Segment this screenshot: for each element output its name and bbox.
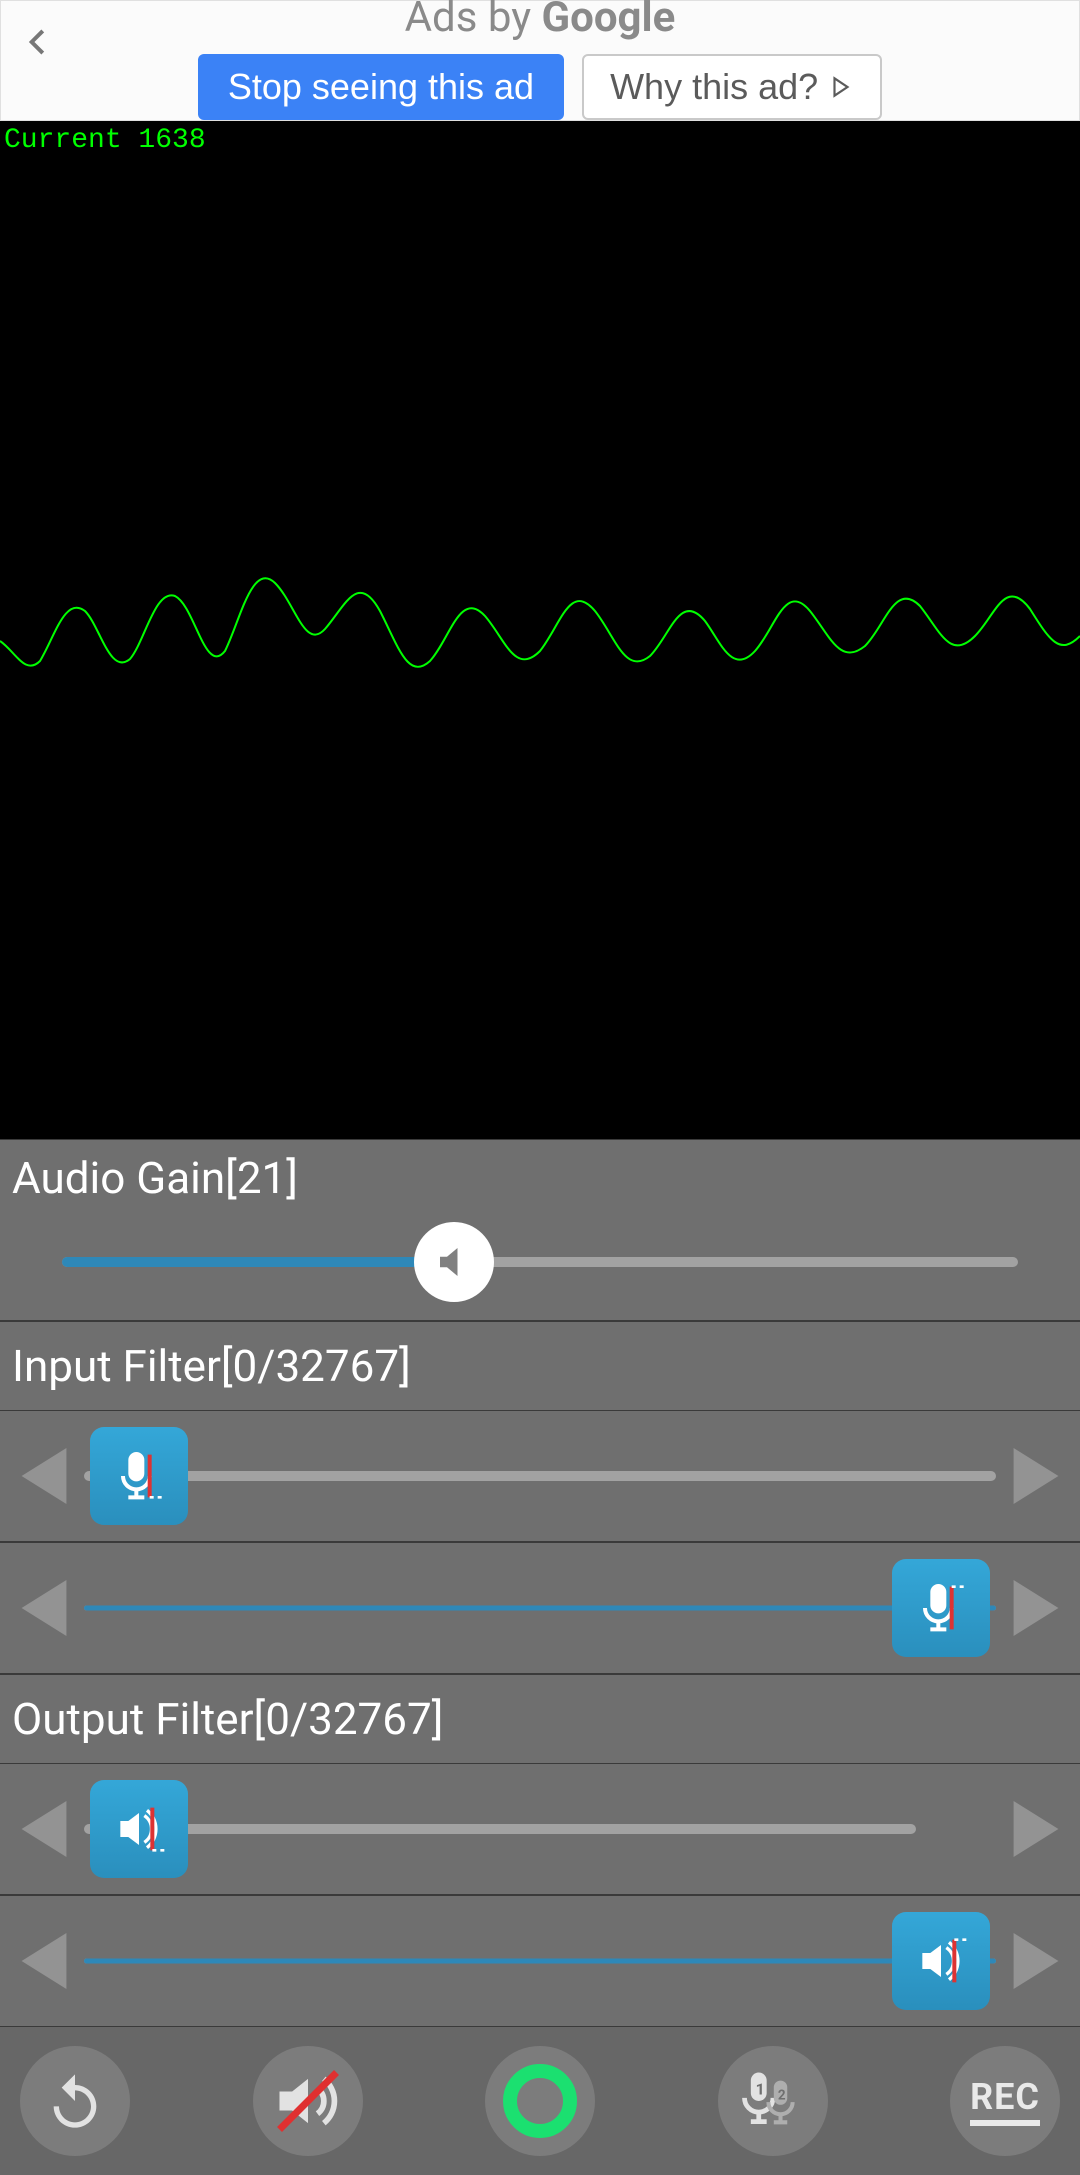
speaker-icon	[433, 1241, 475, 1283]
svg-text:2: 2	[777, 2088, 785, 2103]
adchoices-icon	[828, 74, 854, 100]
input-filter-low-row	[0, 1410, 1080, 1542]
mic-select-button[interactable]: 1 2	[718, 2046, 828, 2156]
input-high-increment-button[interactable]	[1002, 1569, 1070, 1647]
monitor-button[interactable]	[485, 2046, 595, 2156]
output-high-slider[interactable]	[84, 1912, 996, 2010]
speaker-high-icon	[909, 1929, 973, 1993]
record-button[interactable]: REC	[950, 2046, 1060, 2156]
svg-text:1: 1	[755, 2080, 764, 2099]
controls-panel: Audio Gain[21] Input Filter[0/32767]	[0, 1139, 1080, 2175]
waveform-display: Current 1638	[0, 121, 1080, 1139]
audio-gain-section: Audio Gain[21]	[0, 1139, 1080, 1321]
mic-low-icon	[107, 1444, 171, 1508]
output-low-thumb[interactable]	[90, 1780, 188, 1878]
audio-gain-slider[interactable]	[62, 1222, 1018, 1302]
speaker-muted-icon	[270, 2063, 346, 2139]
dual-mic-icon: 1 2	[735, 2063, 811, 2139]
ad-buttons-row: Stop seeing this ad Why this ad?	[198, 54, 882, 120]
waveform-plot	[0, 121, 1080, 1139]
back-arrow-icon[interactable]	[19, 23, 57, 65]
output-filter-high-row	[0, 1895, 1080, 2027]
output-high-decrement-button[interactable]	[10, 1922, 78, 2000]
output-low-decrement-button[interactable]	[10, 1790, 78, 1868]
input-high-decrement-button[interactable]	[10, 1569, 78, 1647]
input-low-thumb[interactable]	[90, 1427, 188, 1525]
ads-by-text: Ads by	[405, 0, 542, 42]
output-filter-low-row	[0, 1763, 1080, 1895]
mute-button[interactable]	[253, 2046, 363, 2156]
input-low-decrement-button[interactable]	[10, 1437, 78, 1515]
why-this-ad-label: Why this ad?	[610, 66, 818, 108]
input-filter-high-row	[0, 1542, 1080, 1674]
speaker-low-icon	[107, 1797, 171, 1861]
gain-thumb[interactable]	[414, 1222, 494, 1302]
google-brand-text: Google	[541, 0, 675, 42]
undo-icon	[43, 2069, 107, 2133]
input-filter-label: Input Filter[0/32767]	[0, 1321, 1080, 1410]
input-high-thumb[interactable]	[892, 1559, 990, 1657]
input-low-slider[interactable]	[84, 1427, 996, 1525]
stop-seeing-ad-button[interactable]: Stop seeing this ad	[198, 54, 564, 120]
slider-fill	[62, 1257, 454, 1267]
why-this-ad-button[interactable]: Why this ad?	[582, 54, 882, 120]
ring-icon	[503, 2064, 577, 2138]
bottom-toolbar: 1 2 REC	[0, 2027, 1080, 2175]
output-high-increment-button[interactable]	[1002, 1922, 1070, 2000]
mic-high-icon	[909, 1576, 973, 1640]
output-low-increment-button[interactable]	[1002, 1790, 1070, 1868]
audio-gain-label: Audio Gain[21]	[12, 1152, 1068, 1204]
input-low-increment-button[interactable]	[1002, 1437, 1070, 1515]
output-low-slider[interactable]	[84, 1780, 996, 1878]
output-high-thumb[interactable]	[892, 1912, 990, 2010]
rec-label: REC	[970, 2076, 1040, 2126]
output-filter-label: Output Filter[0/32767]	[0, 1674, 1080, 1763]
input-high-slider[interactable]	[84, 1559, 996, 1657]
reset-button[interactable]	[20, 2046, 130, 2156]
ads-by-google-label: Ads by Google	[405, 0, 676, 42]
ad-banner: Ads by Google Stop seeing this ad Why th…	[0, 0, 1080, 121]
